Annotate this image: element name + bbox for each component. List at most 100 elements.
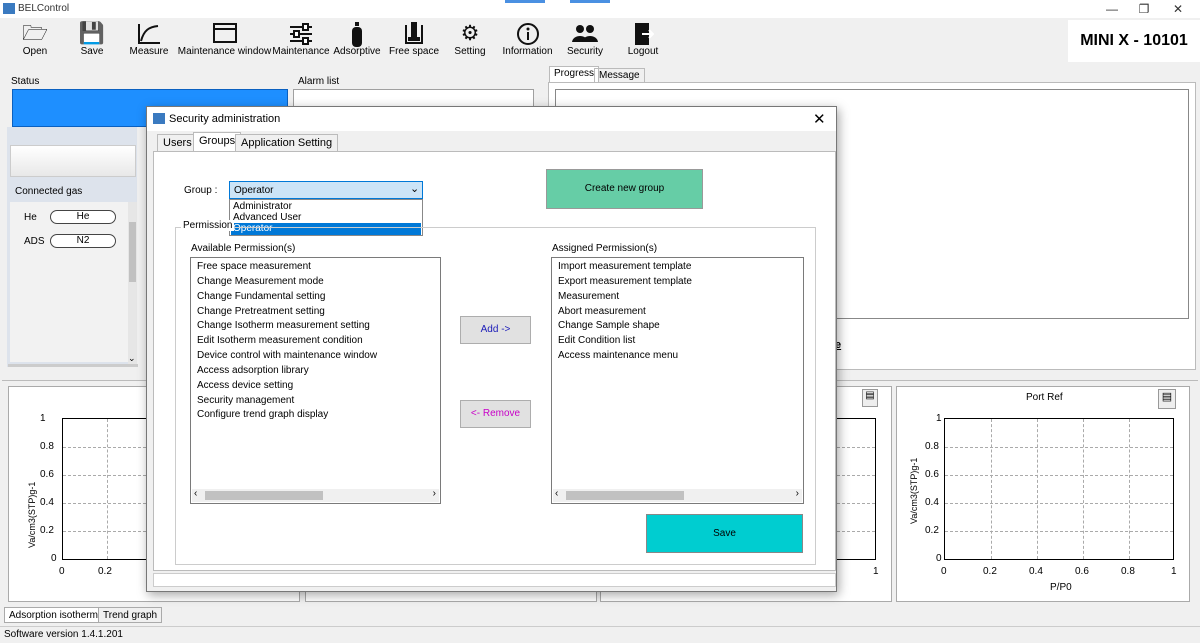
port-ref-title: Port Ref — [1026, 392, 1063, 403]
permission-item[interactable]: Change Measurement mode — [197, 276, 324, 287]
gas-port-label: ADS — [24, 236, 45, 247]
y-tick: 0.4 — [40, 497, 54, 508]
security-button[interactable]: Security — [565, 18, 605, 62]
x-tick: 0.8 — [1121, 566, 1135, 577]
tab-groups[interactable]: Groups — [193, 132, 242, 151]
logout-button[interactable]: Logout — [624, 18, 662, 62]
dialog-close-icon[interactable]: ✕ — [813, 110, 826, 128]
permission-item[interactable]: Device control with maintenance window — [197, 350, 377, 361]
tab-application-setting[interactable]: Application Setting — [235, 134, 339, 151]
setting-button[interactable]: ⚙ Setting — [450, 18, 490, 62]
permission-item[interactable]: Edit Isotherm measurement condition — [197, 335, 363, 346]
x-tick: 1 — [873, 566, 879, 577]
remove-permission-button[interactable]: <- Remove — [460, 400, 531, 428]
app-icon — [153, 113, 165, 124]
permission-item[interactable]: Import measurement template — [558, 261, 691, 272]
tab-users[interactable]: Users — [157, 134, 198, 151]
tab-trend-graph[interactable]: Trend graph — [98, 607, 163, 623]
permission-item[interactable]: Free space measurement — [197, 261, 311, 272]
gas-pill-n2[interactable]: N2 — [50, 234, 116, 248]
x-tick: 0.2 — [983, 566, 997, 577]
permission-item[interactable]: Change Sample shape — [558, 320, 660, 331]
chevron-down-icon[interactable]: ⌄ — [128, 353, 136, 364]
permission-item[interactable]: Measurement — [558, 291, 619, 302]
permission-item[interactable]: Access device setting — [197, 380, 293, 391]
free-space-button[interactable]: Free space — [388, 18, 440, 62]
permission-item[interactable]: Edit Condition list — [558, 335, 635, 346]
permission-item[interactable]: Security management — [197, 395, 294, 406]
maintenance-window-label: Maintenance window — [177, 46, 272, 57]
dialog-title: Security administration — [169, 113, 281, 125]
chevron-left-icon[interactable]: ‹ — [194, 488, 197, 499]
chevron-right-icon[interactable]: › — [433, 488, 436, 499]
add-permission-button[interactable]: Add -> — [460, 316, 531, 344]
window-title: BELControl — [18, 3, 70, 14]
y-tick: 0.6 — [925, 469, 939, 480]
adsorptive-button[interactable]: Adsorptive — [331, 18, 383, 62]
permission-item[interactable]: Change Fundamental setting — [197, 291, 325, 302]
tab-progress[interactable]: Progress — [549, 66, 600, 82]
information-label: Information — [502, 46, 553, 57]
horizontal-scrollbar[interactable]: ‹ › — [553, 488, 802, 502]
maximize-icon[interactable]: ❐ — [1128, 0, 1160, 18]
y-axis-label: Va/cm3(STP)g-1 — [909, 457, 919, 524]
measure-button[interactable]: Measure — [126, 18, 172, 62]
chevron-down-icon: ⌄ — [410, 183, 420, 195]
group-label: Group : — [184, 185, 218, 196]
dialog-body: Group : Operator ⌄ Administrator Advance… — [153, 151, 836, 571]
maintenance-window-button[interactable]: Maintenance window — [177, 18, 272, 62]
gauge-display — [10, 145, 136, 177]
chevron-right-icon[interactable]: › — [796, 488, 799, 499]
permission-item[interactable]: Change Pretreatment setting — [197, 306, 325, 317]
alarm-label: Alarm list — [298, 76, 340, 87]
permission-item[interactable]: Change Isotherm measurement setting — [197, 320, 370, 331]
toolbar: 🗁 Open 💾 Save Measure Maintenance window… — [0, 18, 1200, 62]
x-axis-label: P/P0 — [1050, 582, 1072, 593]
chevron-left-icon[interactable]: ‹ — [555, 488, 558, 499]
permission-item[interactable]: Abort measurement — [558, 306, 646, 317]
security-label: Security — [566, 46, 604, 57]
save-toolbar-button[interactable]: 💾 Save — [72, 18, 112, 62]
available-permissions-list[interactable]: Free space measurement Change Measuremen… — [190, 257, 441, 504]
adsorptive-label: Adsorptive — [333, 46, 381, 57]
tab-adsorption-isotherm[interactable]: Adsorption isotherm — [4, 607, 103, 623]
information-button[interactable]: Information — [500, 18, 555, 62]
group-select[interactable]: Operator ⌄ — [229, 181, 423, 199]
gas-panel: Connected gas He He ADS N2 ⌄ — [7, 127, 137, 367]
y-tick: 0.6 — [40, 469, 54, 480]
x-tick: 0 — [941, 566, 947, 577]
permission-item[interactable]: Export measurement template — [558, 276, 692, 287]
permission-item[interactable]: Access adsorption library — [197, 365, 309, 376]
measure-label: Measure — [129, 46, 169, 57]
create-new-group-button[interactable]: Create new group — [546, 169, 703, 209]
scroll-thumb[interactable] — [129, 222, 136, 282]
tab-message[interactable]: Message — [594, 68, 645, 82]
maintenance-button[interactable]: Maintenance — [271, 18, 331, 62]
graph-copy-icon[interactable]: ▤ — [1158, 389, 1176, 409]
status-label: Status — [11, 76, 40, 87]
assigned-permissions-list[interactable]: Import measurement template Export measu… — [551, 257, 804, 504]
setting-label: Setting — [454, 46, 486, 57]
y-tick: 0.8 — [40, 441, 54, 452]
close-icon[interactable]: ✕ — [1162, 0, 1194, 18]
gas-pill-he[interactable]: He — [50, 210, 116, 224]
x-tick: 0.4 — [1029, 566, 1043, 577]
permission-item[interactable]: Access maintenance menu — [558, 350, 678, 361]
group-option[interactable]: Advanced User — [231, 212, 421, 223]
y-tick: 0.4 — [925, 497, 939, 508]
graph-copy-icon[interactable]: ▤ — [862, 389, 878, 407]
plot-area-1 — [62, 418, 152, 560]
window-titlebar: BELControl — ❐ ✕ — [0, 0, 1200, 18]
scroll-thumb[interactable] — [205, 491, 323, 500]
gear-icon: ⚙ — [460, 22, 480, 45]
minimize-icon[interactable]: — — [1096, 0, 1128, 18]
save-button[interactable]: Save — [646, 514, 803, 553]
group-option[interactable]: Administrator — [231, 201, 421, 212]
horizontal-scrollbar[interactable]: ‹ › — [192, 488, 439, 502]
gas-list-scrollbar[interactable]: ⌄ — [128, 202, 137, 367]
app-icon — [3, 3, 15, 14]
scroll-thumb[interactable] — [566, 491, 684, 500]
permission-item[interactable]: Configure trend graph display — [197, 409, 328, 420]
y-tick: 0 — [51, 553, 57, 564]
open-button[interactable]: 🗁 Open — [14, 18, 56, 62]
